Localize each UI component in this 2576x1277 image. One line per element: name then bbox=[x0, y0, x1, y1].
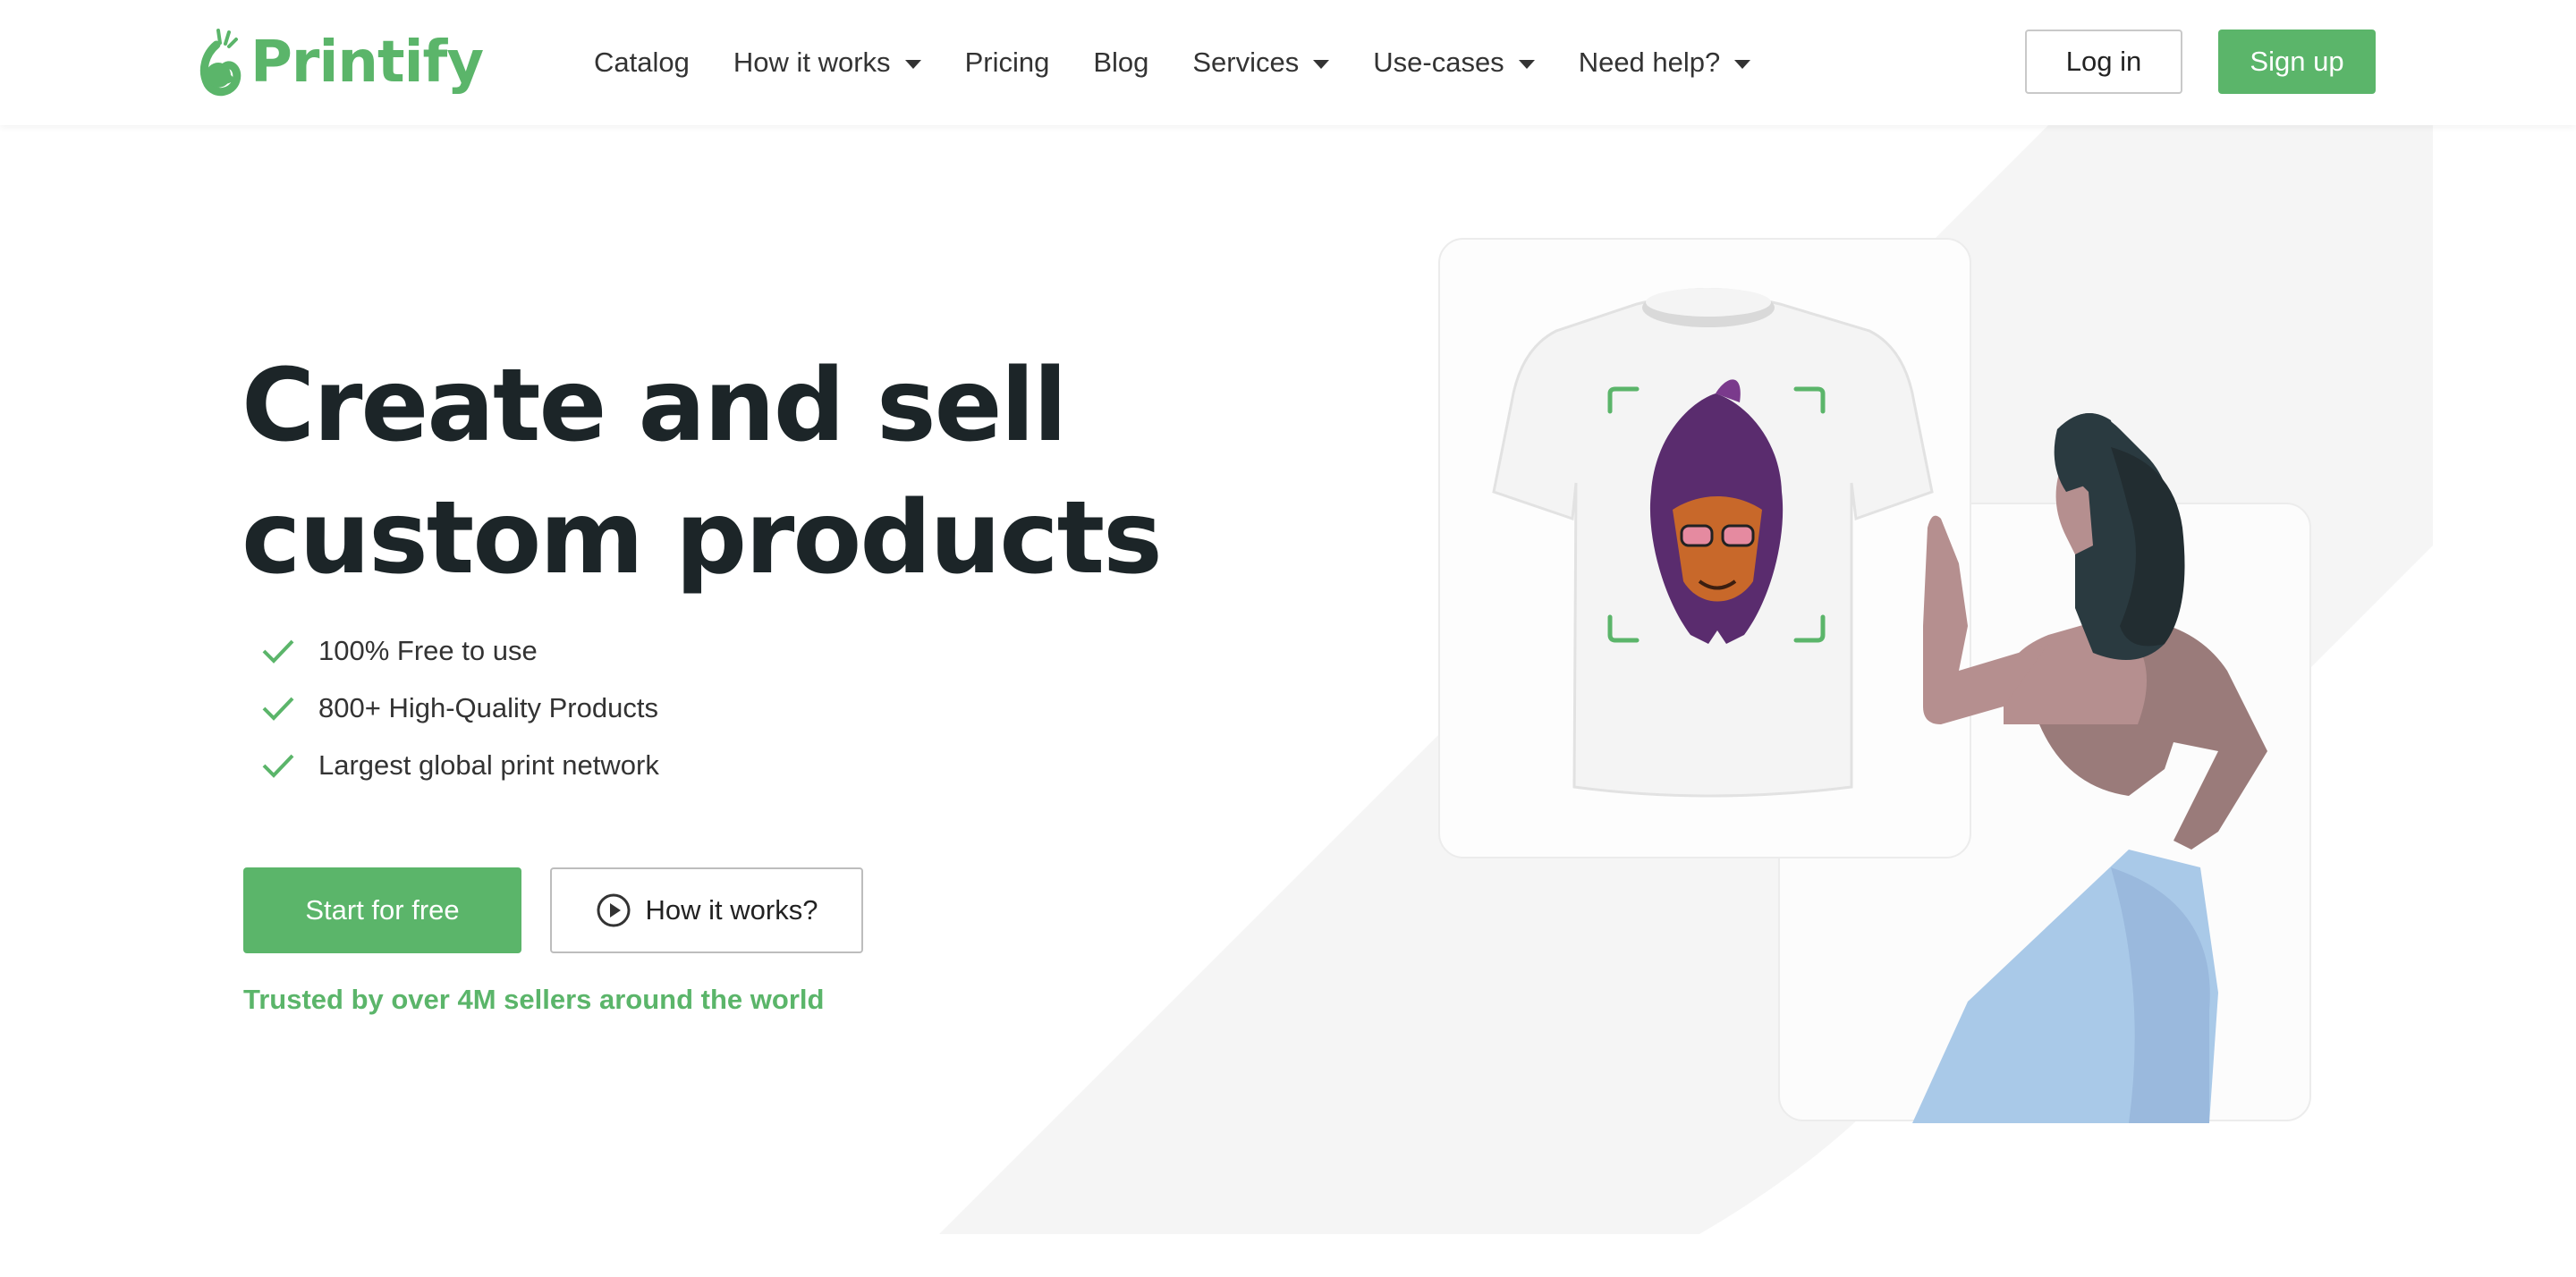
check-icon bbox=[262, 754, 294, 778]
chevron-down-icon bbox=[1313, 60, 1330, 69]
chevron-down-icon bbox=[1518, 60, 1535, 69]
check-icon bbox=[262, 697, 294, 721]
feature-list: 100% Free to use 800+ High-Quality Produ… bbox=[261, 622, 659, 794]
headline-line-1: Create and sell bbox=[242, 348, 1067, 464]
hero-illustration bbox=[1492, 288, 2267, 1123]
how-it-works-button[interactable]: How it works? bbox=[550, 867, 863, 953]
nav-item-how-it-works[interactable]: How it works bbox=[733, 47, 921, 79]
play-circle-icon bbox=[597, 893, 631, 927]
feature-label: 100% Free to use bbox=[318, 635, 538, 666]
woman-illustration bbox=[1912, 413, 2267, 1123]
main-nav: Catalog How it works Pricing Blog Servic… bbox=[594, 0, 1794, 125]
nav-item-label: Need help? bbox=[1578, 47, 1721, 78]
trusted-by-text: Trusted by over 4M sellers around the wo… bbox=[243, 984, 825, 1015]
start-for-free-button[interactable]: Start for free bbox=[243, 867, 521, 953]
nav-item-label: Services bbox=[1192, 47, 1300, 78]
nav-item-use-cases[interactable]: Use-cases bbox=[1373, 47, 1535, 79]
nav-item-services[interactable]: Services bbox=[1192, 47, 1330, 79]
brand-name: Printify bbox=[250, 30, 484, 96]
hero-headline: Create and sell custom products bbox=[242, 340, 1225, 605]
nav-item-label: How it works bbox=[733, 47, 891, 78]
nav-item-catalog[interactable]: Catalog bbox=[594, 47, 690, 79]
feature-label: Largest global print network bbox=[318, 749, 659, 781]
nav-item-label: Pricing bbox=[964, 47, 1050, 78]
how-it-works-label: How it works? bbox=[645, 894, 818, 926]
site-header: Printify Catalog How it works Pricing Bl… bbox=[0, 0, 2576, 125]
chevron-down-icon bbox=[1734, 60, 1751, 69]
nav-item-label: Blog bbox=[1093, 47, 1149, 78]
check-icon bbox=[262, 639, 294, 664]
nav-item-label: Use-cases bbox=[1373, 47, 1504, 78]
nav-item-blog[interactable]: Blog bbox=[1093, 47, 1148, 79]
chevron-down-icon bbox=[904, 60, 921, 69]
printify-logo[interactable]: Printify bbox=[197, 27, 484, 98]
list-item: 800+ High-Quality Products bbox=[261, 680, 659, 737]
list-item: 100% Free to use bbox=[261, 622, 659, 680]
nav-item-pricing[interactable]: Pricing bbox=[965, 47, 1050, 79]
login-button[interactable]: Log in bbox=[2025, 30, 2182, 94]
headline-line-2: custom products bbox=[242, 480, 1163, 596]
printify-logo-icon bbox=[199, 29, 242, 97]
list-item: Largest global print network bbox=[261, 737, 659, 794]
nav-item-need-help[interactable]: Need help? bbox=[1579, 47, 1751, 79]
signup-button[interactable]: Sign up bbox=[2218, 30, 2376, 94]
nav-item-label: Catalog bbox=[594, 47, 690, 78]
feature-label: 800+ High-Quality Products bbox=[318, 692, 658, 723]
